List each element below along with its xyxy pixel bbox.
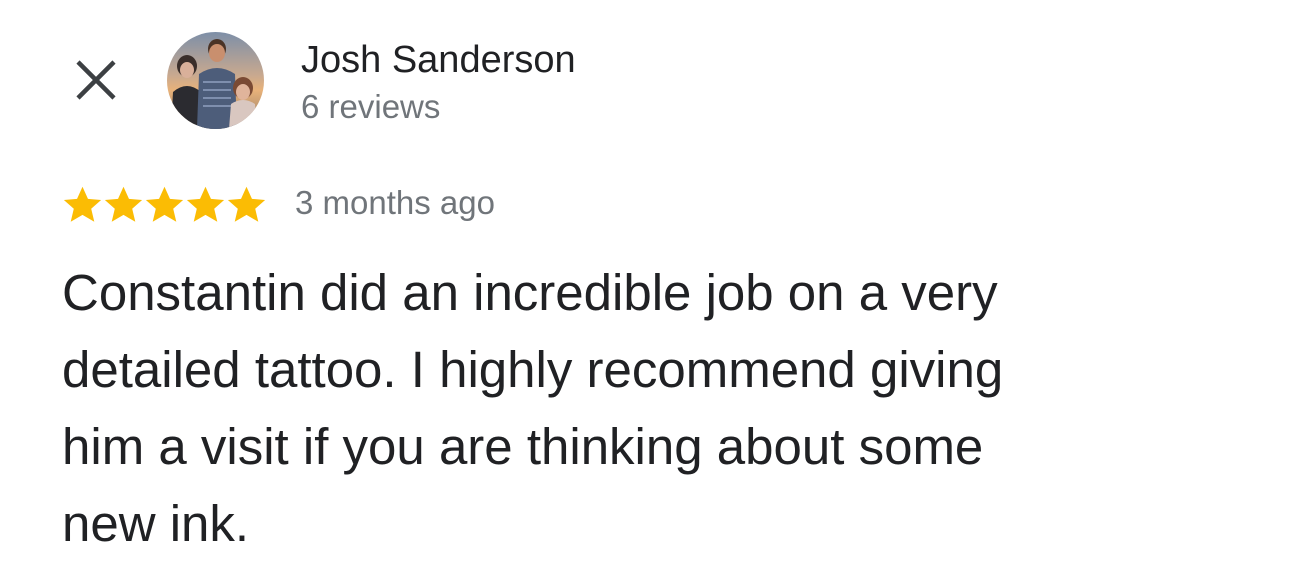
star-icon (186, 186, 225, 222)
review-text: Constantin did an incredible job on a ve… (62, 264, 1004, 552)
close-button[interactable] (64, 48, 128, 112)
avatar[interactable] (167, 32, 264, 129)
review-card: Josh Sanderson 6 reviews 3 months ago Co… (0, 0, 1290, 569)
author-review-count[interactable]: 6 reviews (301, 88, 440, 126)
star-rating (62, 183, 267, 225)
author-name[interactable]: Josh Sanderson (301, 38, 576, 82)
close-icon (76, 60, 116, 100)
star-icon (227, 186, 266, 222)
star-icon (63, 186, 102, 222)
star-icon (145, 186, 184, 222)
profile-photo (167, 32, 264, 129)
review-date: 3 months ago (295, 184, 495, 221)
star-icon (104, 186, 143, 222)
